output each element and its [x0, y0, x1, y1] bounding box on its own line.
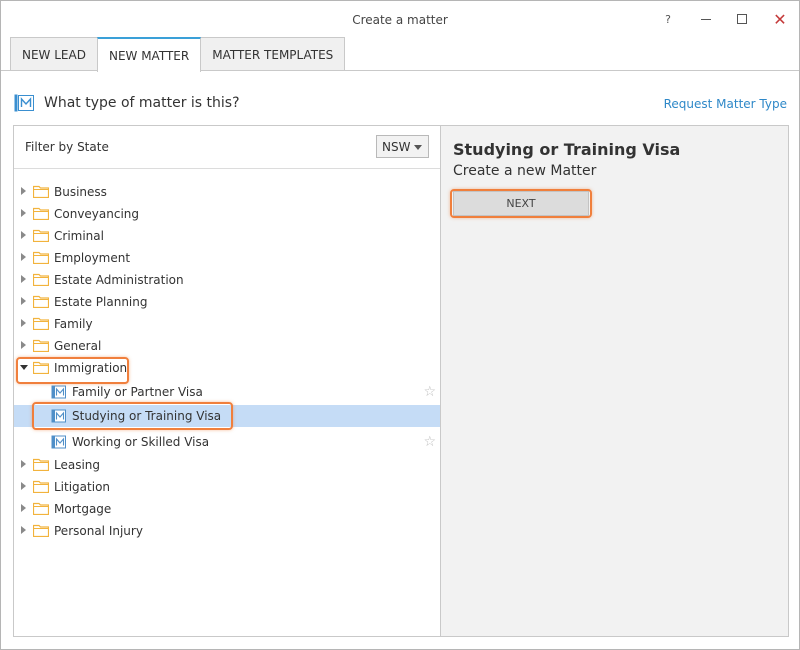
matter-type-tree-panel: Filter by State NSW Business Conveyancin…	[14, 126, 440, 636]
maximize-button[interactable]	[727, 7, 757, 31]
expand-arrow-icon[interactable]	[21, 319, 26, 327]
favorite-star-icon[interactable]: ☆	[423, 434, 436, 450]
close-button[interactable]: ✕	[765, 7, 795, 31]
chevron-down-icon	[414, 145, 422, 150]
tree-item-estate-administration[interactable]: Estate Administration	[14, 269, 440, 291]
tree-item-label: Conveyancing	[54, 207, 140, 221]
folder-icon	[33, 458, 49, 471]
state-dropdown[interactable]: NSW	[376, 135, 429, 158]
tree-item-label: Estate Administration	[54, 273, 184, 287]
folder-icon	[33, 502, 49, 515]
folder-icon	[33, 339, 49, 352]
tree-item-mortgage[interactable]: Mortgage	[14, 498, 440, 520]
tree-item-label: Criminal	[54, 229, 104, 243]
tree-item-litigation[interactable]: Litigation	[14, 476, 440, 498]
expand-arrow-icon[interactable]	[21, 275, 26, 283]
tab-bar: NEW LEAD NEW MATTER MATTER TEMPLATES	[10, 37, 346, 72]
folder-icon	[33, 229, 49, 242]
expand-arrow-icon[interactable]	[21, 482, 26, 490]
folder-icon	[33, 295, 49, 308]
expand-arrow-icon[interactable]	[21, 297, 26, 305]
expand-arrow-icon[interactable]	[21, 341, 26, 349]
matter-icon	[51, 435, 66, 449]
matter-icon	[51, 385, 66, 399]
tree-item-label: Business	[54, 185, 107, 199]
folder-icon	[33, 524, 49, 537]
expand-arrow-icon[interactable]	[21, 209, 26, 217]
folder-icon	[33, 273, 49, 286]
tab-new-lead[interactable]: NEW LEAD	[10, 37, 98, 71]
folder-icon	[33, 207, 49, 220]
matter-detail-panel: Studying or Training Visa Create a new M…	[441, 126, 788, 636]
state-dropdown-value: NSW	[382, 139, 411, 154]
next-button-highlight	[450, 189, 592, 218]
tree-item-criminal[interactable]: Criminal	[14, 225, 440, 247]
request-matter-type-link[interactable]: Request Matter Type	[664, 97, 787, 111]
tab-matter-templates[interactable]: MATTER TEMPLATES	[200, 37, 346, 71]
expand-arrow-icon[interactable]	[21, 231, 26, 239]
help-button[interactable]: ?	[653, 7, 683, 31]
tree-item-family[interactable]: Family	[14, 313, 440, 335]
expand-arrow-icon[interactable]	[21, 460, 26, 468]
expand-arrow-icon[interactable]	[21, 504, 26, 512]
tree-item-label: Family	[54, 317, 93, 331]
tree-item-business[interactable]: Business	[14, 181, 440, 203]
folder-icon	[33, 317, 49, 330]
filter-by-state-label: Filter by State	[25, 140, 109, 154]
tree-item-label: General	[54, 339, 102, 353]
tree-item-general[interactable]: General	[14, 335, 440, 357]
tree-item-label: Personal Injury	[54, 524, 143, 538]
tree-item-working-or-skilled-visa[interactable]: Working or Skilled Visa ☆	[14, 431, 440, 453]
tree-item-estate-planning[interactable]: Estate Planning	[14, 291, 440, 313]
minimize-button[interactable]	[691, 7, 721, 31]
selected-matter-title: Studying or Training Visa	[453, 140, 681, 159]
tree-item-label: Litigation	[54, 480, 111, 494]
folder-icon	[33, 251, 49, 264]
tree-item-employment[interactable]: Employment	[14, 247, 440, 269]
create-matter-window: Create a matter ? ✕ NEW LEAD NEW MATTER …	[0, 0, 800, 650]
selected-matter-highlight	[32, 402, 233, 430]
minimize-icon	[701, 18, 711, 20]
filter-separator	[14, 168, 440, 169]
folder-icon	[33, 480, 49, 493]
expand-arrow-icon[interactable]	[21, 187, 26, 195]
tree-item-personal-injury[interactable]: Personal Injury	[14, 520, 440, 542]
tree-item-label: Employment	[54, 251, 131, 265]
tree-item-family-or-partner-visa[interactable]: Family or Partner Visa ☆	[14, 381, 440, 403]
tree-item-label: Family or Partner Visa	[72, 385, 203, 399]
immigration-highlight	[16, 357, 129, 384]
expand-arrow-icon[interactable]	[21, 526, 26, 534]
matter-type-question: What type of matter is this?	[44, 95, 240, 111]
tree-item-label: Estate Planning	[54, 295, 148, 309]
tree-item-conveyancing[interactable]: Conveyancing	[14, 203, 440, 225]
matter-type-icon	[14, 94, 34, 112]
tree-item-label: Working or Skilled Visa	[72, 435, 210, 449]
selected-matter-subtitle: Create a new Matter	[453, 163, 597, 179]
favorite-star-icon[interactable]: ☆	[423, 384, 436, 400]
folder-icon	[33, 185, 49, 198]
tab-new-matter[interactable]: NEW MATTER	[96, 37, 202, 72]
tree-item-label: Leasing	[54, 458, 101, 472]
tree-item-label: Mortgage	[54, 502, 112, 516]
title-bar: Create a matter ? ✕	[1, 1, 799, 37]
expand-arrow-icon[interactable]	[21, 253, 26, 261]
tree-item-leasing[interactable]: Leasing	[14, 454, 440, 476]
maximize-icon	[737, 14, 747, 24]
